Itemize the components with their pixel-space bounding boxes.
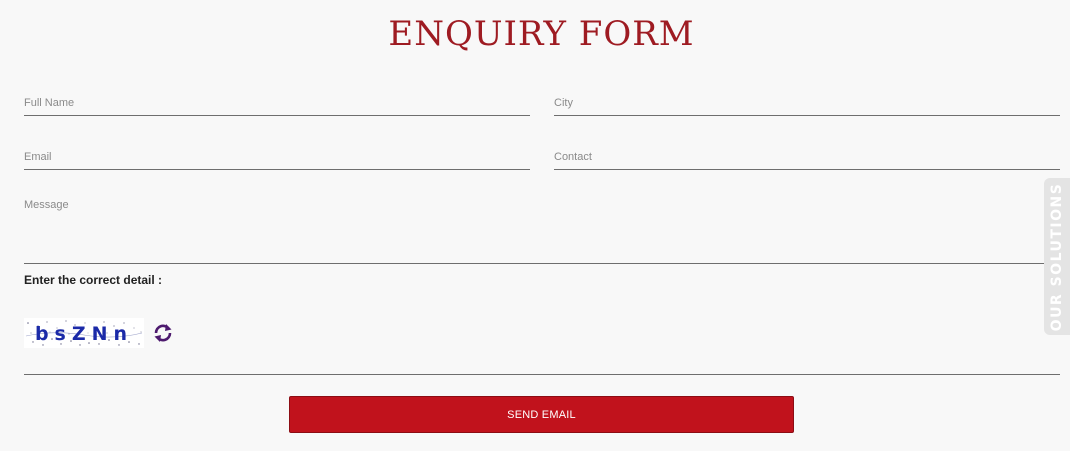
page-title: ENQUIRY FORM xyxy=(388,14,695,54)
captcha-label: Enter the correct detail : xyxy=(24,273,163,287)
full-name-field xyxy=(24,90,530,116)
enquiry-page: ENQUIRY FORM Enter the correct detail : xyxy=(0,0,1070,451)
city-input[interactable] xyxy=(554,90,1060,115)
city-field xyxy=(554,90,1060,116)
our-solutions-tab[interactable]: OUR SOLUTIONS xyxy=(1044,178,1070,335)
send-email-button[interactable]: SEND EMAIL xyxy=(289,396,794,433)
message-textarea[interactable] xyxy=(24,198,1070,264)
contact-field xyxy=(554,144,1060,170)
captcha-code: bsZNn xyxy=(35,323,133,345)
email-field xyxy=(24,144,530,170)
captcha-input-line[interactable] xyxy=(24,374,1060,375)
refresh-icon[interactable] xyxy=(152,322,174,344)
full-name-input[interactable] xyxy=(24,90,530,115)
email-input[interactable] xyxy=(24,144,530,169)
message-field xyxy=(24,198,1070,264)
our-solutions-label: OUR SOLUTIONS xyxy=(1049,182,1065,331)
contact-input[interactable] xyxy=(554,144,1060,169)
captcha-image: bsZNn xyxy=(24,318,144,348)
